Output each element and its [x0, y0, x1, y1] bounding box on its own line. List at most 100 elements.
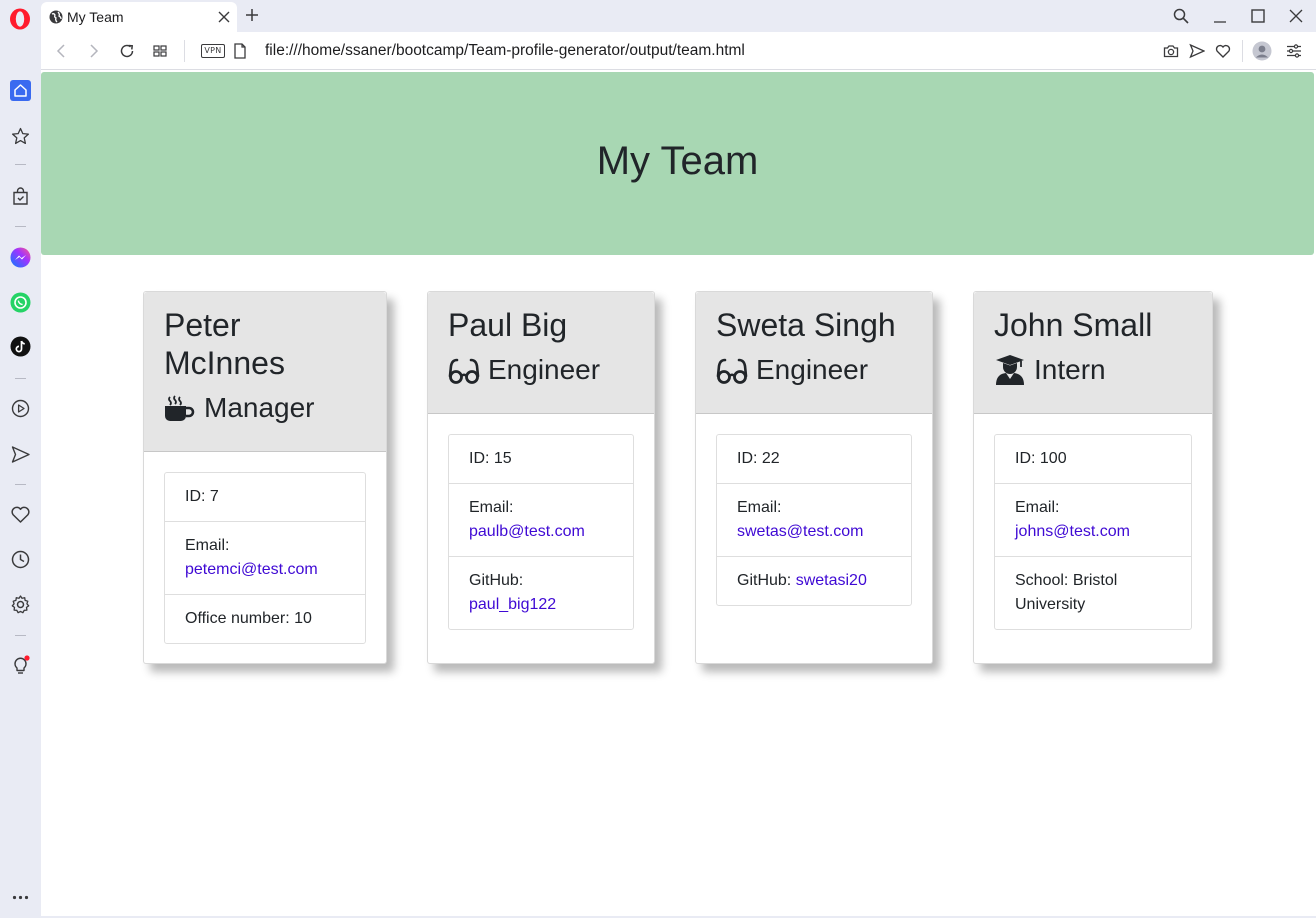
minimize-icon[interactable] [1212, 8, 1228, 24]
employee-role: Intern [994, 354, 1192, 386]
employee-id: ID: 7 [165, 473, 365, 522]
toolbar-divider [1242, 40, 1243, 62]
forward-icon[interactable] [86, 43, 102, 59]
email-link[interactable]: swetas@test.com [737, 523, 864, 540]
employee-email-row: Email: paulb@test.com [449, 484, 633, 557]
easy-setup-icon[interactable] [1286, 43, 1302, 59]
snapshot-icon[interactable] [1163, 43, 1179, 59]
bookmark-heart-icon[interactable] [1215, 43, 1231, 59]
role-label: Intern [1034, 354, 1106, 385]
email-label: Email: [1015, 499, 1060, 516]
school-row: School: Bristol University [1015, 572, 1118, 613]
sidebar [0, 70, 41, 918]
info-list: ID: 7 Email: petemci@test.com Office num… [164, 472, 366, 644]
card-header: Paul Big Engineer [428, 292, 654, 414]
employee-name: Peter McInnes [164, 307, 285, 381]
shopping-bag-icon[interactable] [10, 186, 31, 207]
sidebar-divider [15, 164, 26, 165]
employee-email-row: Email: swetas@test.com [717, 484, 911, 557]
globe-icon [49, 10, 63, 24]
employee-role: Manager [164, 392, 366, 424]
sidebar-divider [15, 484, 26, 485]
send-to-flow-icon[interactable] [1189, 43, 1205, 59]
back-icon[interactable] [53, 43, 69, 59]
github-link[interactable]: paul_big122 [469, 596, 556, 613]
tab-title: My Team [67, 9, 124, 25]
tab-bar: My Team [0, 0, 1316, 32]
settings-icon[interactable] [10, 594, 31, 615]
page-info-icon[interactable] [233, 43, 247, 59]
employee-name: Sweta Singh [716, 307, 896, 343]
more-icon[interactable] [10, 887, 31, 908]
toolbar-divider [184, 40, 185, 62]
search-tabs-icon[interactable] [1173, 8, 1189, 24]
employee-name: John Small [994, 307, 1153, 343]
info-list: ID: 15 Email: paulb@test.com GitHub: pau… [448, 434, 634, 630]
sidebar-divider [15, 378, 26, 379]
url-field[interactable]: file:///home/ssaner/bootcamp/Team-profil… [265, 42, 745, 60]
card-header: Peter McInnes Manager [144, 292, 386, 452]
employee-id: ID: 100 [995, 435, 1191, 484]
messenger-icon[interactable] [10, 247, 31, 268]
sidebar-divider [15, 635, 26, 636]
employee-name: Paul Big [448, 307, 568, 343]
close-tab-icon[interactable] [217, 10, 231, 24]
github-row: GitHub: swetasi20 [717, 557, 911, 605]
active-tab[interactable]: My Team [41, 2, 237, 32]
employee-card: Sweta Singh Engineer ID: 22 Email: sweta… [695, 291, 933, 664]
role-label: Engineer [488, 354, 601, 385]
employee-card: Peter McInnes Manager ID: 7 Email: petem… [143, 291, 387, 664]
history-icon[interactable] [10, 549, 31, 570]
graduate-icon [996, 355, 1024, 385]
page-header: My Team [41, 72, 1314, 255]
office-number: Office number: 10 [185, 610, 312, 627]
whatsapp-icon[interactable] [10, 292, 31, 313]
employee-role: Engineer [716, 354, 912, 386]
maximize-icon[interactable] [1250, 8, 1266, 24]
send-icon[interactable] [10, 444, 31, 465]
info-list: ID: 100 Email: johns@test.com School: Br… [994, 434, 1192, 630]
employee-email-row: Email: petemci@test.com [165, 522, 365, 595]
email-label: Email: [469, 499, 514, 516]
glasses-icon [716, 358, 748, 384]
opera-logo-icon[interactable] [9, 8, 31, 30]
role-label: Manager [204, 392, 315, 423]
employee-card: John Small Intern ID: 100 Email: johns@t… [973, 291, 1213, 664]
glasses-icon [448, 358, 480, 384]
github-row: GitHub: paul_big122 [449, 557, 633, 629]
mug-icon [165, 395, 195, 421]
employee-email-row: Email: johns@test.com [995, 484, 1191, 557]
role-label: Engineer [756, 354, 869, 385]
tiktok-icon[interactable] [10, 336, 31, 357]
sidebar-divider [15, 226, 26, 227]
github-link[interactable]: swetasi20 [796, 572, 867, 589]
vpn-badge[interactable]: VPN [201, 44, 225, 58]
close-window-icon[interactable] [1288, 8, 1304, 24]
lightbulb-icon[interactable] [10, 655, 31, 676]
tab-grid-icon[interactable] [152, 43, 168, 59]
email-label: Email: [185, 537, 230, 554]
page-title: My Team [596, 139, 759, 183]
player-icon[interactable] [10, 398, 31, 419]
email-link[interactable]: johns@test.com [1015, 523, 1130, 540]
card-header: Sweta Singh Engineer [696, 292, 932, 414]
employee-id: ID: 15 [449, 435, 633, 484]
reload-icon[interactable] [119, 43, 135, 59]
page-viewport: My Team Peter McInnes Manager ID: 7 Emai… [41, 70, 1316, 916]
email-label: Email: [737, 499, 782, 516]
github-label: GitHub: [737, 572, 792, 589]
email-link[interactable]: paulb@test.com [469, 523, 585, 540]
employee-card: Paul Big Engineer ID: 15 Email: paulb@te… [427, 291, 655, 664]
home-icon[interactable] [10, 80, 31, 101]
employee-role: Engineer [448, 354, 634, 386]
email-link[interactable]: petemci@test.com [185, 561, 318, 578]
new-tab-icon[interactable] [245, 8, 259, 22]
card-header: John Small Intern [974, 292, 1212, 414]
info-list: ID: 22 Email: swetas@test.com GitHub: sw… [716, 434, 912, 606]
profile-avatar-icon[interactable] [1252, 41, 1272, 61]
heart-icon[interactable] [10, 504, 31, 525]
employee-id: ID: 22 [717, 435, 911, 484]
address-bar: VPN file:///home/ssaner/bootcamp/Team-pr… [41, 32, 1316, 70]
github-label: GitHub: [469, 572, 524, 589]
speed-dial-icon[interactable] [10, 126, 31, 147]
